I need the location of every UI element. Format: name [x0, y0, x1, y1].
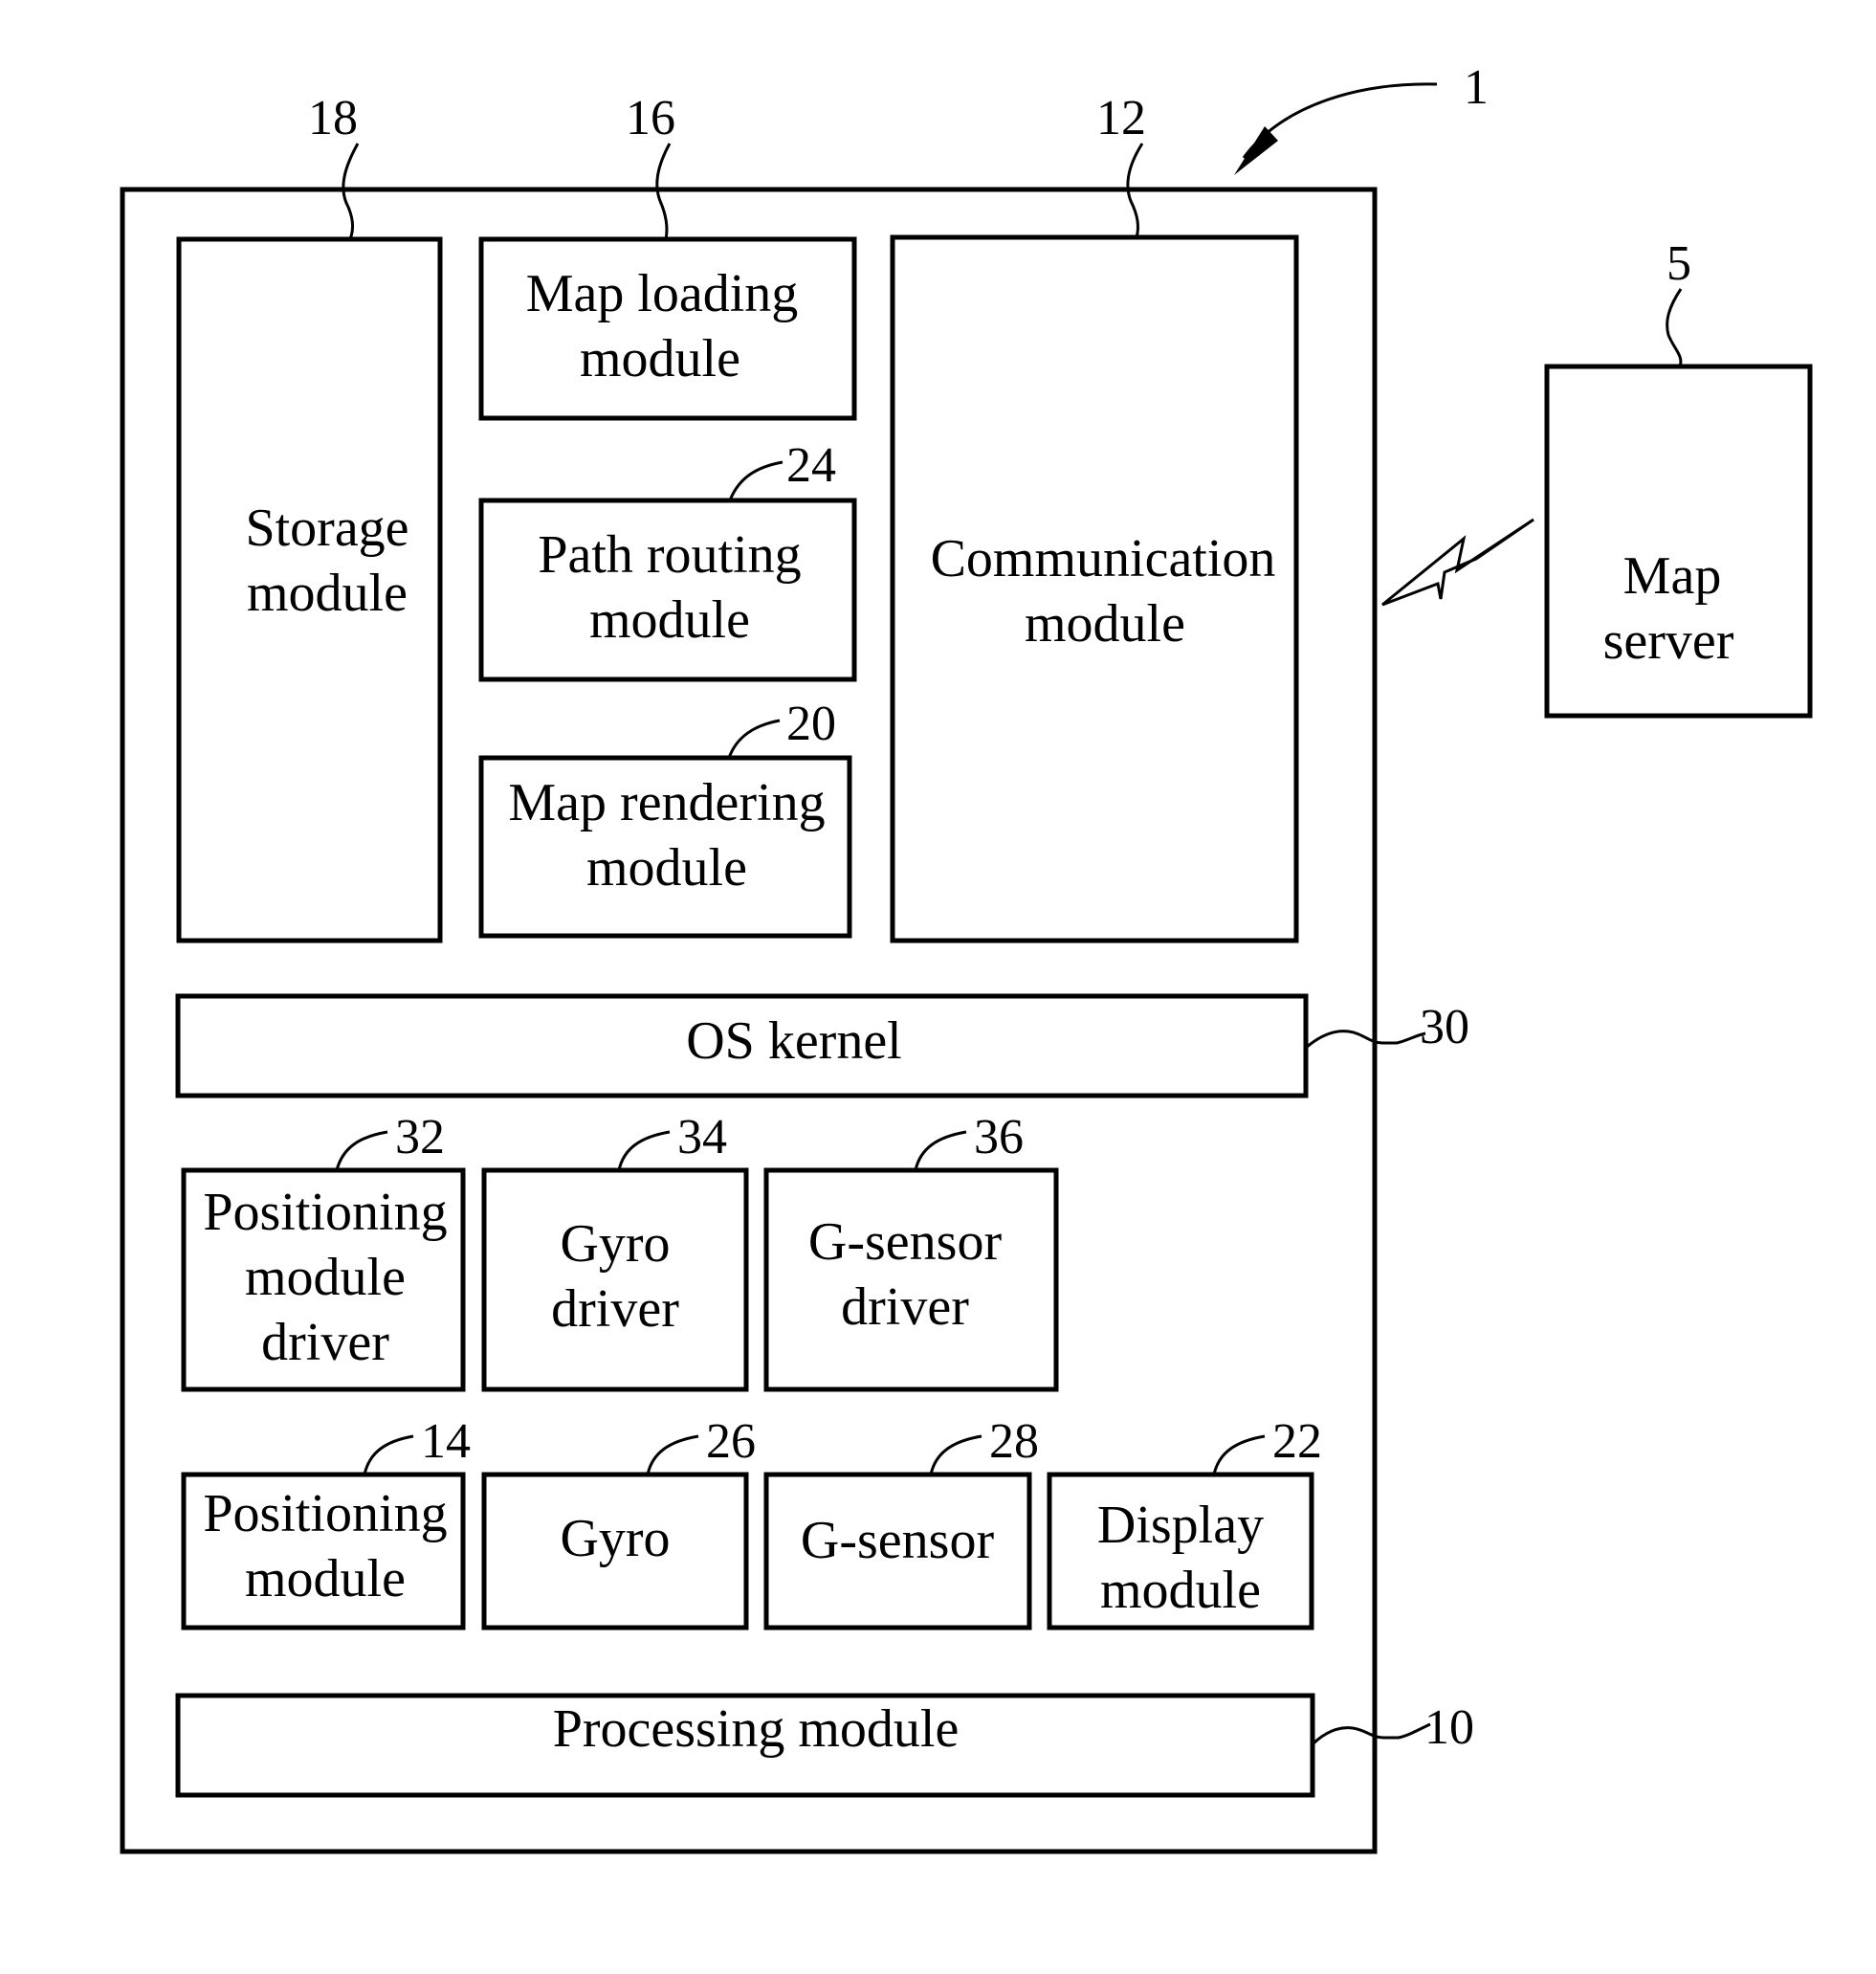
positioning-ref-label: 14: [421, 1414, 471, 1469]
map-server-label-line2: server: [1603, 611, 1734, 671]
positioning-label-line1: Positioning: [203, 1484, 447, 1543]
block-diagram: 1 18 Storage module 16 Map loading modul…: [120, 60, 1813, 1854]
path-routing-label-line2: module: [589, 590, 750, 650]
map-rendering-label-line2: module: [586, 838, 747, 898]
display-label-line2: module: [1100, 1561, 1261, 1620]
path-routing-ref-label: 24: [786, 438, 836, 493]
os-kernel: 30 OS kernel: [175, 993, 1469, 1098]
communication-label-line1: Communication: [931, 529, 1276, 588]
map-rendering-module: 20 Map rendering module: [478, 697, 852, 939]
storage-label-line2: module: [247, 564, 408, 623]
gyro-driver-ref-label: 34: [677, 1110, 727, 1164]
map-loading-label-line2: module: [580, 329, 740, 388]
gyro-label: Gyro: [560, 1509, 670, 1568]
storage-module: 18 Storage module: [176, 91, 443, 943]
positioning-label-line2: module: [245, 1549, 406, 1608]
path-routing-module: 24 Path routing module: [478, 438, 857, 682]
path-routing-label-line1: Path routing: [538, 525, 801, 585]
map-loading-ref-label: 16: [626, 91, 675, 145]
gyro-module: 26 Gyro: [481, 1414, 756, 1630]
map-server: 5 Map server: [1544, 236, 1813, 719]
os-kernel-ref-label: 30: [1420, 1000, 1469, 1054]
gyro-driver-label-line2: driver: [551, 1279, 679, 1339]
gsensor-driver-label-line1: G-sensor: [808, 1212, 1003, 1272]
os-kernel-label: OS kernel: [686, 1011, 902, 1071]
processing-ref-label: 10: [1424, 1700, 1474, 1755]
positioning-module: 14 Positioning module: [181, 1414, 471, 1630]
lightning-bolt-icon: [1381, 518, 1534, 607]
gsensor-ref-label: 28: [989, 1414, 1039, 1469]
map-loading-module: 16 Map loading module: [478, 91, 857, 421]
map-server-label-line1: Map: [1623, 546, 1722, 606]
gsensor-module: 28 G-sensor: [763, 1414, 1039, 1630]
device-ref-label: 1: [1464, 60, 1489, 115]
communication-module: 12 Communication module: [890, 91, 1299, 943]
communication-label-line2: module: [1025, 594, 1185, 654]
display-module: 22 Display module: [1047, 1414, 1322, 1630]
map-rendering-ref-label: 20: [786, 697, 836, 751]
processing-label: Processing module: [553, 1699, 960, 1759]
gyro-ref-label: 26: [706, 1414, 756, 1469]
map-rendering-label-line1: Map rendering: [508, 773, 825, 832]
display-label-line1: Display: [1097, 1496, 1264, 1555]
communication-ref-label: 12: [1096, 91, 1146, 145]
positioning-driver-module: 32 Positioning module driver: [181, 1110, 466, 1392]
gsensor-driver-module: 36 G-sensor driver: [763, 1110, 1059, 1392]
storage-ref-label: 18: [308, 91, 358, 145]
display-ref-label: 22: [1272, 1414, 1322, 1469]
arrow-head-icon: [1234, 126, 1278, 175]
positioning-driver-label-line1: Positioning: [203, 1183, 447, 1242]
gyro-driver-label-line1: Gyro: [560, 1214, 670, 1274]
positioning-driver-ref-label: 32: [395, 1110, 445, 1164]
map-loading-label-line1: Map loading: [526, 264, 799, 323]
map-server-ref-label: 5: [1666, 236, 1691, 291]
processing-module: 10 Processing module: [175, 1693, 1474, 1798]
gsensor-label: G-sensor: [801, 1511, 995, 1570]
device-ref-arrow: 1: [1234, 60, 1489, 175]
gyro-driver-module: 34 Gyro driver: [481, 1110, 749, 1392]
gsensor-driver-ref-label: 36: [974, 1110, 1024, 1164]
positioning-driver-label-line2: module: [245, 1248, 406, 1307]
storage-label-line1: Storage: [245, 499, 408, 558]
gsensor-driver-label-line2: driver: [841, 1277, 969, 1337]
positioning-driver-label-line3: driver: [261, 1313, 389, 1372]
